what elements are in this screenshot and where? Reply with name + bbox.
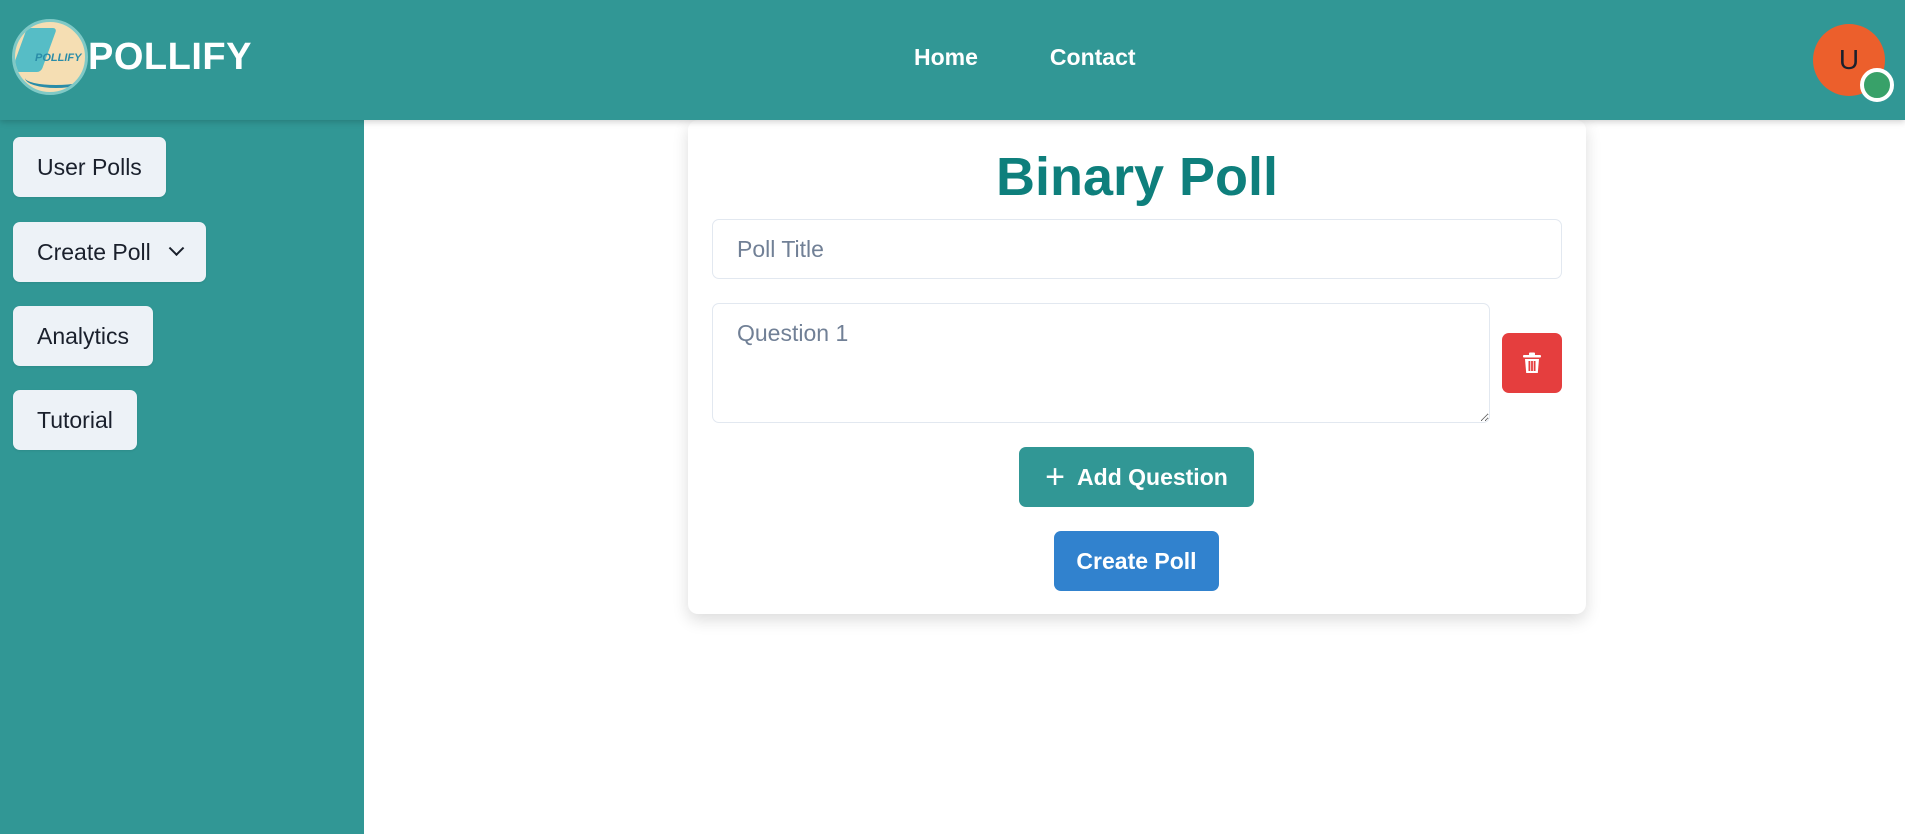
create-poll-label: Create Poll	[1076, 547, 1197, 574]
nav-link-home[interactable]: Home	[914, 44, 978, 71]
create-poll-button[interactable]: Create Poll	[1054, 531, 1219, 591]
sidebar-item-analytics[interactable]: Analytics	[13, 306, 154, 366]
brand-name: POLLIFY	[88, 35, 252, 78]
sidebar-item-label: User Polls	[37, 153, 142, 180]
logo-text: POLLIFY	[35, 52, 82, 64]
main-nav: Home Contact	[914, 44, 1136, 71]
avatar-initial: U	[1838, 44, 1860, 75]
sidebar-item-user-polls[interactable]: User Polls	[13, 137, 166, 197]
sidebar-item-create-poll[interactable]: Create Poll	[13, 222, 206, 282]
question-1-input[interactable]	[712, 303, 1490, 423]
pollify-logo: POLLIFY	[12, 19, 88, 95]
sidebar: User Polls Create Poll Analytics Tutoria…	[0, 120, 364, 834]
trash-icon	[1523, 352, 1541, 373]
poll-form-card: Binary Poll + Add Question Create Poll	[688, 120, 1586, 614]
sidebar-item-label: Analytics	[37, 322, 130, 349]
brand-link[interactable]: POLLIFY POLLIFY	[12, 19, 252, 95]
chevron-down-icon	[168, 239, 185, 256]
sidebar-item-label: Create Poll	[37, 238, 151, 265]
poll-title-input[interactable]	[712, 219, 1562, 279]
online-status-indicator	[1860, 68, 1894, 102]
add-question-label: Add Question	[1077, 463, 1228, 490]
delete-question-button[interactable]	[1502, 333, 1562, 393]
add-question-button[interactable]: + Add Question	[1019, 447, 1254, 507]
sidebar-item-tutorial[interactable]: Tutorial	[13, 390, 137, 450]
sidebar-item-label: Tutorial	[37, 406, 113, 433]
plus-icon: +	[1045, 458, 1066, 496]
nav-link-contact[interactable]: Contact	[1050, 44, 1136, 71]
page-title: Binary Poll	[995, 147, 1279, 207]
top-navbar: POLLIFY POLLIFY Home Contact U	[0, 0, 1905, 120]
